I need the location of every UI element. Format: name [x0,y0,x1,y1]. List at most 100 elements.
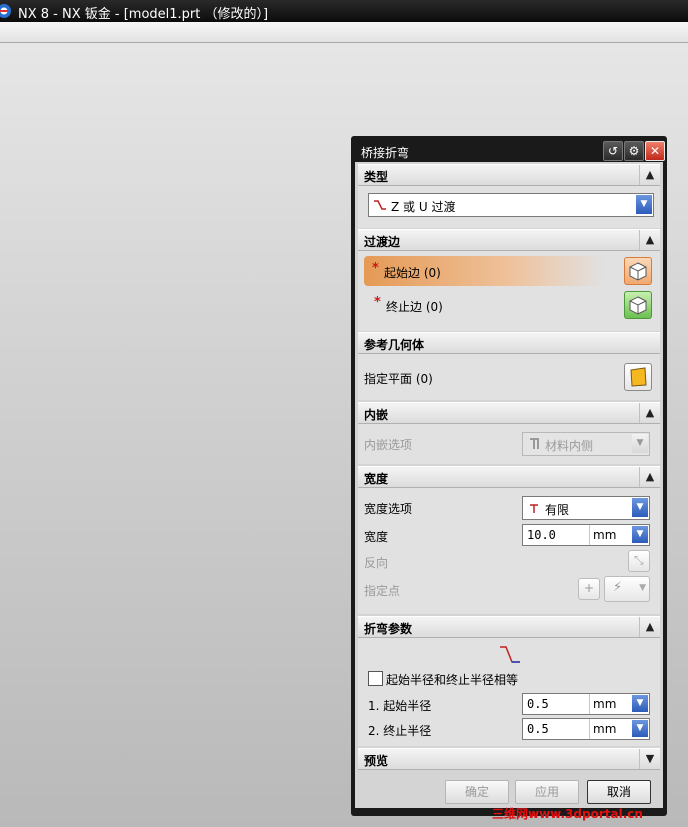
inset-option-value: 材料内侧 [545,439,594,453]
point-dialog-button[interactable]: + [578,578,600,600]
section-inset-title: 内嵌 [364,408,389,422]
dropdown-arrow-icon: ▼ [639,583,646,593]
section-reference-geometry-title: 参考几何体 [364,338,425,352]
spinner-arrow-icon[interactable]: ▼ [632,695,648,712]
section-reference-geometry-header[interactable]: 参考几何体 [358,332,660,354]
cube-icon [629,296,647,315]
section-reference-geometry-body: 指定平面 (0) [358,354,660,400]
spinner-arrow-icon[interactable]: ▼ [632,526,648,543]
equal-radius-label: 起始半径和终止半径相等 [386,673,519,687]
settings-button[interactable]: ⚙ [624,141,644,161]
collapse-chevron-icon[interactable]: ▲ [639,165,660,185]
reset-button[interactable]: ↺ [603,141,623,161]
close-icon: ✕ [649,144,661,158]
point-plus-icon: + [584,581,595,595]
section-transition-edges-header[interactable]: 过渡边 ▲ [358,229,660,251]
start-radius-label: 1. 起始半径 [368,699,432,713]
reset-icon: ↺ [607,144,619,158]
section-preview-header[interactable]: 预览 ▼ [358,748,660,770]
finite-width-icon [530,504,538,513]
select-start-edge-button[interactable] [624,257,652,285]
collapse-chevron-icon[interactable]: ▲ [639,403,660,423]
bend-profile-icon [500,646,520,663]
cube-icon [629,262,647,281]
material-inside-icon [530,438,539,449]
section-type-body: Z 或 U 过渡 ▼ [358,186,660,228]
end-radius-input[interactable]: 0.5 mm ▼ [522,718,650,740]
section-type-title: 类型 [364,170,389,184]
width-label: 宽度 [364,530,389,544]
plane-icon [630,367,647,387]
close-button[interactable]: ✕ [645,141,665,161]
inset-option-dropdown[interactable]: 材料内侧 ▼ [522,432,650,456]
section-inset-header[interactable]: 内嵌 ▲ [358,402,660,424]
start-edge-row[interactable]: * 起始边 (0) [364,256,604,286]
divider [589,525,590,545]
section-width-title: 宽度 [364,472,389,486]
lightning-icon: ⚡ [613,580,623,595]
window-titlebar: NX 8 - NX 钣金 - [model1.prt （修改的）] [0,0,688,22]
inset-option-label: 内嵌选项 [364,438,413,452]
width-input[interactable]: 10.0 mm ▼ [522,524,650,546]
dialog-titlebar[interactable]: 桥接折弯 ↺ ⚙ ✕ [355,139,665,161]
nx-logo-icon [0,4,11,18]
section-bend-params-body: 起始半径和终止半径相等 1. 起始半径 0.5 mm ▼ 2. 终止半径 0.5… [358,638,660,746]
section-width-header[interactable]: 宽度 ▲ [358,466,660,488]
expand-chevron-icon[interactable]: ▼ [639,749,660,769]
divider [589,719,590,739]
width-option-value: 有限 [545,503,570,517]
window-title: NX 8 - NX 钣金 - [model1.prt （修改的）] [18,7,269,22]
specify-point-label: 指定点 [364,584,401,598]
gear-icon: ⚙ [628,144,640,158]
start-edge-label: 起始边 (0) [384,266,441,280]
reverse-direction-button[interactable]: ⤡ [628,550,650,572]
section-transition-edges-body: * 起始边 (0) * 终止边 (0) [358,251,660,331]
specify-plane-button[interactable] [624,363,652,391]
cancel-button[interactable]: 取消 [587,780,651,804]
dropdown-arrow-icon[interactable]: ▼ [632,498,648,517]
section-width-body: 宽度选项 有限 ▼ 宽度 10.0 mm ▼ 反向 ⤡ 指定点 + ⚡ ▼ [358,488,660,614]
specify-plane-label: 指定平面 (0) [364,372,433,386]
bridge-bend-dialog: 桥接折弯 ↺ ⚙ ✕ 类型 ▲ Z 或 U 过渡 ▼ 过渡边 ▲ * 起始边 (… [351,136,667,816]
point-inference-dropdown[interactable]: ⚡ ▼ [604,576,650,602]
type-dropdown[interactable]: Z 或 U 过渡 ▼ [368,193,654,217]
dialog-title: 桥接折弯 [361,146,410,160]
width-value: 10.0 [527,528,556,542]
section-bend-params-header[interactable]: 折弯参数 ▲ [358,616,660,638]
end-radius-label: 2. 终止半径 [368,724,432,738]
type-value: Z 或 U 过渡 [391,200,456,214]
end-radius-unit: mm [593,722,617,736]
dropdown-arrow-icon[interactable]: ▼ [632,434,648,453]
width-option-dropdown[interactable]: 有限 ▼ [522,496,650,520]
spinner-arrow-icon[interactable]: ▼ [632,720,648,737]
start-radius-value: 0.5 [527,697,549,711]
dialog-body: 类型 ▲ Z 或 U 过渡 ▼ 过渡边 ▲ * 起始边 (0) * 终止边 (0… [355,162,663,808]
collapse-chevron-icon[interactable]: ▲ [639,467,660,487]
start-radius-input[interactable]: 0.5 mm ▼ [522,693,650,715]
section-inset-body: 内嵌选项 材料内侧 ▼ [358,424,660,464]
menu-strip [0,22,688,43]
reverse-arrow-icon: ⤡ [634,553,644,567]
reverse-label: 反向 [364,556,389,570]
collapse-chevron-icon[interactable]: ▲ [639,617,660,637]
end-edge-label: 终止边 (0) [386,300,443,314]
end-radius-value: 0.5 [527,722,549,736]
section-transition-edges-title: 过渡边 [364,235,401,249]
collapse-chevron-icon[interactable]: ▲ [639,230,660,250]
width-option-label: 宽度选项 [364,502,413,516]
start-radius-unit: mm [593,697,617,711]
divider [589,694,590,714]
watermark-text: 三维网www.3dportal.cn [492,807,643,821]
width-unit: mm [593,528,617,542]
required-marker: * [372,261,379,276]
apply-button[interactable]: 应用 [515,780,579,804]
z-transition-icon [374,200,386,210]
section-preview-title: 预览 [364,754,389,768]
required-marker: * [374,295,381,310]
select-end-edge-button[interactable] [624,291,652,319]
ok-button[interactable]: 确定 [445,780,509,804]
section-type-header[interactable]: 类型 ▲ [358,164,660,186]
equal-radius-checkbox[interactable] [368,671,383,686]
dropdown-arrow-icon[interactable]: ▼ [636,195,652,214]
section-bend-params-title: 折弯参数 [364,622,413,636]
